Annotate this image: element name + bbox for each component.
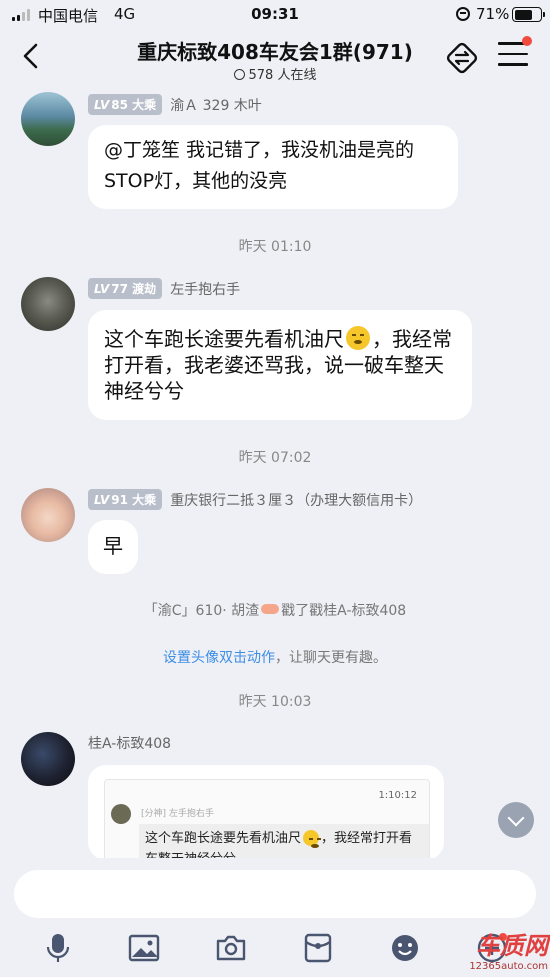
online-icon [233, 69, 245, 80]
message-sender-meta: 桂A-标致408 [88, 733, 171, 753]
tip-text: ，让聊天更有趣。 [275, 650, 387, 666]
watermark-url: 12365auto.com [469, 961, 548, 972]
avatar[interactable] [21, 488, 75, 542]
watermark-logo: 车质网 12365auto.com [452, 926, 548, 974]
online-count-text: 578 人在线 [248, 68, 317, 83]
sender-name: 桂A-标致408 [88, 736, 172, 752]
battery-icon [512, 7, 545, 22]
notification-dot [522, 36, 532, 46]
redpacket-icon[interactable] [298, 928, 338, 968]
orientation-lock-icon [456, 7, 470, 21]
yawn-emoji-icon [303, 830, 320, 848]
quote-time: 1:10:12 [378, 790, 417, 801]
timestamp: 昨天 01:10 [238, 239, 312, 255]
level-badge: LV 85 大乘 [88, 94, 163, 115]
poke-hand-icon [261, 604, 280, 614]
status-bar: 中国电信 4G 09:31 71% [0, 0, 550, 30]
quote-avatar [111, 804, 131, 824]
quote-sender: [分神] 左手抱右手 [141, 809, 214, 819]
level-badge: LV 91 大乘 [88, 489, 163, 510]
avatar[interactable] [21, 92, 75, 146]
avatar-tip: 设置头像双击动作，让聊天更有趣。 [0, 647, 550, 667]
image-icon[interactable] [124, 928, 164, 968]
message-sender-meta: LV 85 大乘 渝Ａ 329 木叶 [88, 94, 262, 115]
mic-icon[interactable] [38, 928, 78, 968]
message-input[interactable] [14, 870, 536, 918]
emoji-icon[interactable] [385, 928, 425, 968]
message-bubble[interactable]: @丁笼笙 我记错了，我没机油是亮的STOP灯，其他的没亮 [88, 125, 458, 209]
poke-text: 「渝C」610· 胡渣 [143, 603, 260, 619]
timestamp: 昨天 10:03 [238, 694, 312, 710]
sender-name: 左手抱右手 [170, 281, 241, 298]
set-avatar-action-link[interactable]: 设置头像双击动作 [163, 650, 275, 666]
level-badge: LV 77 渡劫 [88, 278, 163, 299]
chat-header: 重庆标致408车友会1群(971) 578 人在线 [0, 30, 550, 86]
message-text: @丁笼笙 我记错了，我没机油是亮的STOP灯，其他的没亮 [104, 139, 415, 192]
poke-text-after: 戳了戳桂A-标致408 [281, 603, 407, 619]
message-bubble[interactable]: 这个车跑长途要先看机油尺 ，我经常打开看，我老婆还骂我，说一破车整天神经兮兮 [88, 310, 472, 420]
scroll-down-button[interactable] [498, 802, 534, 838]
message-sender-meta: LV 77 渡劫 左手抱右手 [88, 278, 240, 299]
camera-icon[interactable] [211, 928, 251, 968]
message-text: 早 [103, 534, 123, 558]
watermark-text: 车质网 [476, 932, 548, 960]
yawn-emoji-icon [346, 326, 370, 350]
message-text: 这个车跑长途要先看机油尺 [104, 327, 344, 351]
switch-icon[interactable] [444, 40, 480, 76]
quoted-screenshot: 1:10:12 [分神] 左手抱右手 这个车跑长途要先看机油尺 ，我经常打开看车整… [104, 779, 430, 860]
battery-percent: 71% [476, 5, 510, 23]
menu-icon[interactable] [498, 36, 532, 70]
avatar[interactable] [21, 732, 75, 786]
sender-name: 渝Ａ 329 木叶 [170, 97, 262, 114]
poke-notice: 「渝C」610· 胡渣 戳了戳桂A-标致408 [0, 600, 550, 620]
sender-name: 重庆银行二抵３厘３（办理大额信用卡） [170, 492, 423, 509]
timestamp: 昨天 07:02 [238, 450, 312, 466]
quoted-image-message[interactable]: 1:10:12 [分神] 左手抱右手 这个车跑长途要先看机油尺 ，我经常打开看车整… [88, 765, 444, 860]
avatar[interactable] [21, 277, 75, 331]
message-bubble[interactable]: 早 [88, 520, 138, 574]
quote-text: 这个车跑长途要先看机油尺 ，我经常打开看车整天神经兮兮 [139, 824, 429, 860]
quote-text-before: 这个车跑长途要先看机油尺 [145, 831, 302, 846]
message-sender-meta: LV 91 大乘 重庆银行二抵３厘３（办理大额信用卡） [88, 489, 422, 510]
